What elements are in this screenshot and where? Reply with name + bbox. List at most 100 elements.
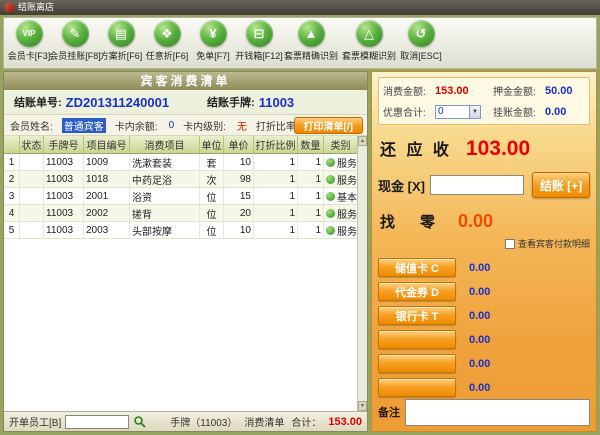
any-discount-icon: ❖ [153,20,181,47]
cancel-icon: ↺ [407,20,435,47]
amount-due-row: 还 应 收 103.00 [380,136,588,161]
search-icon[interactable] [133,415,146,428]
toolbar-button-any-discount[interactable]: ❖ 任意折[F6] [144,20,190,68]
checkout-window: 结账离店 VIP 会员卡[F3] ✎ 会员挂账[F8] ▤ 方案折[F6] ❖ … [0,0,600,435]
item-status-dot-icon [326,191,335,201]
clerk-input[interactable] [65,414,130,429]
bill-no-label: 结账单号: [14,97,62,109]
bill-info-row: 结账单号: ZD201311240001 结账手牌: 11003 [4,90,367,115]
discount-total-label: 优惠合计: [383,108,426,119]
table-row[interactable]: 2 11003 1018 中药足浴 次 98 1 1 服务 [4,171,357,188]
table-row[interactable]: 4 11003 2002 搓背 位 20 1 1 服务 [4,205,357,222]
member-name-value[interactable]: 普通宾客 [61,117,106,133]
total-label: 合计： [291,418,322,429]
table-row[interactable]: 3 11003 2001 浴资 位 15 1 1 基本 [4,188,357,205]
amount-due-label: 还 应 收 [380,142,452,159]
card-level-value: 无 [236,121,247,133]
discount-total-value: 0 [438,105,444,117]
payment-button-5[interactable] [378,354,456,373]
item-status-dot-icon [326,208,335,218]
item-status-dot-icon [326,157,335,167]
toolbar-button-cancel[interactable]: ↺ 取消[ESC] [398,20,444,68]
scroll-down-icon[interactable]: ▼ [358,401,367,411]
amount-summary-box: 消费金额: 153.00 押金金额: 50.00 优惠合计: 0 ▼ 挂账金额:… [378,77,590,125]
brand-no-value: 11003 [258,94,295,110]
left-status-bar: 开单员工[B] 手牌（11003） 消费清单 合计： 153.00 [4,411,367,431]
payment-row: 储值卡 C 0.00 [378,258,590,277]
vip-card-icon: VIP [15,20,43,47]
table-row[interactable]: 1 11003 1009 洗漱套装 套 10 1 1 服务 [4,154,357,171]
change-label: 找 零 [380,214,441,231]
remark-label: 备注 [378,407,400,419]
toolbar-button-cash-drawer[interactable]: ⊟ 开钱箱[F12] [235,20,283,68]
window-title: 结账离店 [18,2,55,12]
cash-label: 现金 [X] [378,178,425,194]
consume-label: 消费金额: [383,87,426,98]
cash-drawer-icon: ⊟ [245,20,273,47]
toolbar-button-ticket-exact[interactable]: ▲ 套票精确识别 [282,20,340,68]
stored-card-value: 0.00 [469,261,491,274]
cash-input[interactable] [429,175,524,195]
payment-value-5: 0.00 [469,357,491,370]
payment-row: 0.00 [378,354,590,373]
table-scrollbar[interactable]: ▲ ▼ [357,136,367,411]
member-info-row: 会员姓名: 普通宾客 卡内余额: 0 卡内级别: 无 打折比率: 打印清单[/] [4,115,367,136]
remark-input[interactable] [405,399,590,426]
bill-no-value: ZD201311240001 [65,94,170,110]
payment-detail-label: 查看宾客付款明细 [517,239,590,249]
consumption-table: 状态 手牌号 项目编号 消费项目 单位 单价 打折比例 数量 类别 1 1100… [4,136,367,411]
card-level-label: 卡内级别: [183,121,226,133]
deposit-label: 押金金额: [493,87,536,98]
toolbar-button-member-card[interactable]: VIP 会员卡[F3] [6,20,52,68]
free-icon: ¥ [199,20,227,47]
card-balance-value: 0 [168,119,175,131]
toolbar-button-scheme-discount[interactable]: ▤ 方案折[F6] [98,20,144,68]
payment-panel: 消费金额: 153.00 押金金额: 50.00 优惠合计: 0 ▼ 挂账金额:… [371,71,597,432]
credit-amount-label: 挂账金额: [493,108,536,119]
chevron-down-icon[interactable]: ▼ [469,105,480,118]
toolbar: VIP 会员卡[F3] ✎ 会员挂账[F8] ▤ 方案折[F6] ❖ 任意折[F… [3,17,597,69]
ticket-exact-icon: ▲ [297,20,325,47]
payment-button-4[interactable] [378,330,456,349]
payment-row: 0.00 [378,330,590,349]
payment-detail-option: 查看宾客付款明细 [378,237,590,250]
total-value: 153.00 [328,415,362,428]
table-row[interactable]: 5 11003 2003 头部按摩 位 10 1 1 服务 [4,222,357,239]
table-header-row: 状态 手牌号 项目编号 消费项目 单位 单价 打折比例 数量 类别 [4,136,357,154]
payment-row: 代金券 D 0.00 [378,282,590,301]
change-row: 找 零 0.00 [380,211,588,232]
scheme-discount-icon: ▤ [107,20,135,47]
print-list-button[interactable]: 打印清单[/] [293,117,363,134]
payment-row: 银行卡 T 0.00 [378,306,590,325]
brand-no-label: 结账手牌: [207,97,255,109]
payment-value-4: 0.00 [469,333,491,346]
toolbar-button-member-credit[interactable]: ✎ 会员挂账[F8] [49,20,101,68]
member-name-label: 会员姓名: [10,121,53,133]
stored-card-button[interactable]: 储值卡 C [378,258,456,277]
member-credit-icon: ✎ [61,20,89,47]
settle-button[interactable]: 结账 [+] [532,172,590,198]
payment-value-6: 0.00 [469,381,491,394]
item-status-dot-icon [326,174,335,184]
cash-row: 现金 [X] 结账 [+] [378,172,590,198]
bank-card-value: 0.00 [469,309,491,322]
toolbar-button-free[interactable]: ¥ 免单[F7] [190,20,236,68]
title-bar: 结账离店 [0,0,600,15]
discount-total-select[interactable]: 0 ▼ [435,104,481,119]
bank-card-button[interactable]: 银行卡 T [378,306,456,325]
scroll-up-icon[interactable]: ▲ [358,136,367,146]
app-icon [5,3,14,12]
payment-row: 0.00 [378,378,590,397]
list-label: 消费清单 [244,418,285,429]
payment-button-6[interactable] [378,378,456,397]
brand-summary: 手牌（11003） [170,418,238,429]
deposit-value: 50.00 [545,84,573,97]
toolbar-button-ticket-fuzzy[interactable]: △ 套票模糊识别 [340,20,398,68]
change-value: 0.00 [458,211,494,231]
consumption-panel: 宾客消费清单 结账单号: ZD201311240001 结账手牌: 11003 … [3,71,368,432]
discount-rate-label: 打折比率: [255,121,299,133]
payment-methods: 储值卡 C 0.00 代金券 D 0.00 银行卡 T 0.00 0.00 0.… [378,258,590,397]
payment-detail-checkbox[interactable] [504,238,515,249]
consume-value: 153.00 [435,84,469,97]
voucher-button[interactable]: 代金券 D [378,282,456,301]
